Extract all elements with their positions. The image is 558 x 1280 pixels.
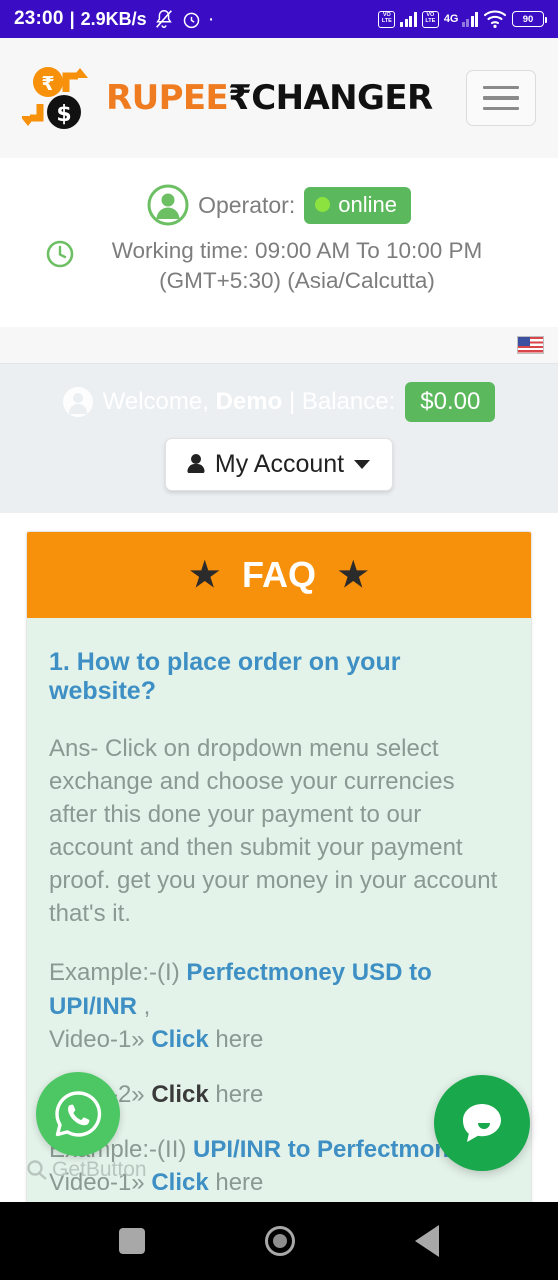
logo-wordmark: RUPEE₹CHANGER <box>106 78 433 118</box>
flag-canton <box>518 336 530 346</box>
getbutton-logo-icon <box>27 1160 47 1180</box>
svg-text:$: $ <box>56 102 71 127</box>
logo-rupee-text: RUPEE <box>106 78 229 118</box>
network-type-label: 4G <box>443 13 459 25</box>
clock-icon <box>46 240 74 268</box>
status-bar-right: VO LTE VO LTE 4G 90 <box>378 9 547 29</box>
android-nav-bar <box>0 1202 558 1280</box>
balance-badge: $0.00 <box>405 381 496 422</box>
example-1-video-label: Video-1» <box>49 1025 145 1053</box>
us-flag-icon[interactable] <box>517 335 544 354</box>
alarm-icon <box>183 12 199 28</box>
menu-bar-3 <box>483 106 519 111</box>
chat-widget-button[interactable] <box>434 1075 530 1171</box>
example-2-click-link[interactable]: Click <box>151 1081 208 1108</box>
welcome-greeting: Welcome, <box>102 387 209 415</box>
watermark-label: GetButton <box>52 1158 147 1181</box>
operator-avatar-icon <box>147 184 189 226</box>
whatsapp-icon <box>55 1091 102 1137</box>
volte-icon-1: VO LTE <box>378 10 396 28</box>
person-icon <box>188 454 205 474</box>
example-3-link-tail: here <box>208 1168 264 1196</box>
recents-button-icon[interactable] <box>119 1228 145 1254</box>
battery-percent: 90 <box>522 13 534 25</box>
my-account-label: My Account <box>214 449 345 478</box>
chevron-down-icon <box>354 459 371 469</box>
working-time-text: Working time: 09:00 AM To 10:00 PM (GMT+… <box>111 238 483 294</box>
language-bar <box>0 326 558 364</box>
example-2-link-tail: here <box>208 1080 264 1108</box>
menu-bar-2 <box>483 96 519 100</box>
star-icon-right: ★ <box>338 555 369 594</box>
wifi-icon <box>483 10 507 28</box>
network-speed: 2.9KB/s <box>80 8 147 29</box>
svg-text:₹: ₹ <box>41 73 54 95</box>
signal-bars-icon-1 <box>400 11 417 27</box>
welcome-row: Welcome, Demo | Balance: $0.00 <box>10 381 548 422</box>
balance-label: Balance: <box>301 387 396 415</box>
operator-row: Operator: online <box>10 184 548 226</box>
site-logo[interactable]: ₹ $ RUPEE₹CHANGER <box>20 62 433 134</box>
volte-icon-2: VO LTE <box>421 10 439 28</box>
status-separator: | <box>69 8 75 29</box>
example-1-prefix: Example:-(I) <box>49 959 187 987</box>
back-button-icon[interactable] <box>415 1225 439 1257</box>
welcome-bar: Welcome, Demo | Balance: $0.00 My Accoun… <box>0 363 558 513</box>
operator-status-badge: online <box>304 186 411 224</box>
signal-bars-icon-2 <box>461 11 478 27</box>
example-3-pair-link[interactable]: UPI/INR to Perfectmoney <box>193 1136 476 1163</box>
star-icon-left: ★ <box>189 555 220 594</box>
faq-question: 1. How to place order on your website? <box>49 647 401 705</box>
example-1-link-tail: here <box>208 1025 264 1053</box>
volte-bottom-2: LTE <box>425 18 436 24</box>
getbutton-watermark: GetButton <box>26 1158 147 1182</box>
chat-bubble-icon <box>463 1104 501 1142</box>
menu-bar-1 <box>483 85 519 90</box>
notification-muted-icon <box>155 10 172 28</box>
welcome-divider: | <box>288 387 296 415</box>
faq-title: FAQ <box>241 553 316 595</box>
online-dot-icon <box>315 197 331 212</box>
user-avatar-icon <box>62 386 93 417</box>
welcome-username: Demo <box>215 387 283 415</box>
home-button-icon[interactable] <box>265 1226 295 1256</box>
status-bar-left: 23:00 | 2.9KB/s · <box>14 8 215 30</box>
example-1-click-link[interactable]: Click <box>151 1026 208 1053</box>
whatsapp-button[interactable] <box>36 1072 120 1156</box>
working-time-row: Working time: 09:00 AM To 10:00 PM (GMT+… <box>10 236 548 297</box>
my-account-button[interactable]: My Account <box>164 437 394 491</box>
example-1-suffix: , <box>137 992 151 1020</box>
battery-icon: 90 <box>512 11 547 27</box>
volte-bottom-1: LTE <box>381 18 392 24</box>
currency-exchange-logo-icon: ₹ $ <box>20 62 100 134</box>
operator-label: Operator: <box>198 191 296 218</box>
faq-example-1: Example:-(I) Perfectmoney USD to UPI/INR… <box>49 956 509 1055</box>
example-3-click-link[interactable]: Click <box>151 1169 208 1196</box>
hamburger-menu-icon[interactable] <box>466 70 536 126</box>
logo-rupee-symbol: ₹ <box>228 78 252 118</box>
faq-header: ★ FAQ ★ <box>27 531 531 618</box>
android-status-bar: 23:00 | 2.9KB/s · VO LTE VO LTE 4G 90 <box>0 0 558 38</box>
logo-changer-text: CHANGER <box>251 78 433 118</box>
operator-status-text: online <box>338 191 397 217</box>
operator-status-block: Operator: online Working time: 09:00 AM … <box>0 158 558 327</box>
welcome-text: Welcome, Demo | Balance: <box>103 388 396 416</box>
faq-answer: Ans- Click on dropdown menu select excha… <box>49 734 498 928</box>
status-clock: 23:00 <box>14 8 64 29</box>
site-header: ₹ $ RUPEE₹CHANGER <box>0 38 558 158</box>
